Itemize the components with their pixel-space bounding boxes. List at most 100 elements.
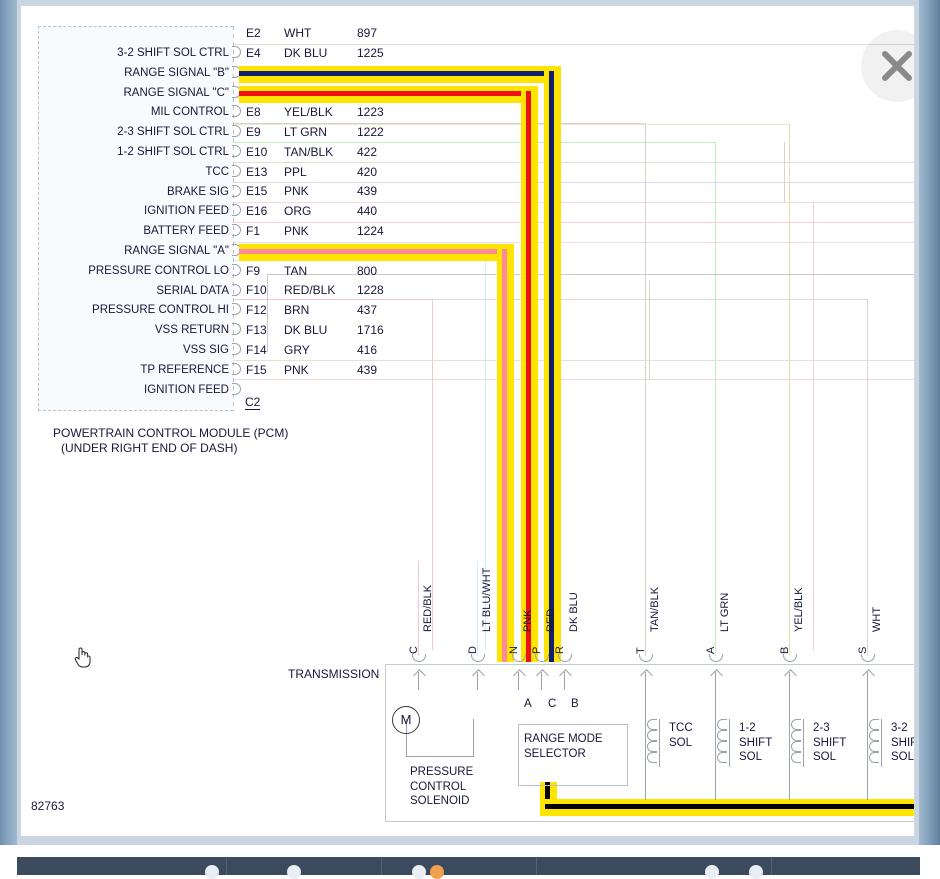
highlighted-wire-pnk-core-h xyxy=(239,249,497,254)
pin-table-cell-circuit: 897 xyxy=(357,26,378,40)
transmission-wire-arrow-icon xyxy=(537,668,546,690)
pin-table-cell-pin: E13 xyxy=(246,164,268,179)
close-icon[interactable] xyxy=(861,30,914,102)
pin-table-cell-pin: E15 xyxy=(246,184,268,199)
range-mode-selector-label: RANGE MODE SELECTOR xyxy=(524,733,603,760)
pcm-signal-label: 3-2 SHIFT SOL CTRL xyxy=(117,47,229,59)
highlighted-wire-dkblu-core-v xyxy=(549,71,554,662)
pcm-signal-label: BATTERY FEED xyxy=(143,225,229,238)
toolbar-segment-5[interactable] xyxy=(772,857,920,875)
transmission-connector-terminal-icon xyxy=(783,654,797,662)
toolbar-icon-5[interactable] xyxy=(705,865,719,879)
pin-table-row: F9 TAN 800 xyxy=(239,264,429,284)
viewer-right-frame xyxy=(919,0,940,845)
transmission-wire-color-label: RED/BLK xyxy=(422,584,434,632)
solenoid-coil-icon xyxy=(791,719,805,767)
transmission-wire-arrow-icon xyxy=(473,668,482,690)
solenoid-label-line: SOL xyxy=(739,751,763,763)
transmission-wire-arrow-icon xyxy=(785,668,794,690)
transmission-connector-terminal-icon xyxy=(471,654,485,662)
pcm-signal-label: TP REFERENCE xyxy=(140,363,229,376)
toolbar-icon-3[interactable] xyxy=(412,865,426,879)
solenoid-label-line: 3-2 xyxy=(891,722,908,734)
pin-table-cell-pin: F15 xyxy=(246,362,267,377)
pin-table-cell-circuit: 420 xyxy=(357,164,378,179)
pin-table-cell-pin: E9 xyxy=(246,124,261,139)
pin-table-cell-pin: E4 xyxy=(246,45,261,60)
toolbar-segment-3[interactable] xyxy=(382,857,537,879)
pin-table-cell-color: RED/BLK xyxy=(284,283,336,298)
solenoid-label: 2-3 SHIFT SOL xyxy=(813,721,846,765)
toolbar-icon-4[interactable] xyxy=(430,865,444,879)
highlighted-wire-pnk-core-v xyxy=(502,249,507,662)
bottom-toolbar[interactable] xyxy=(17,857,920,879)
pcm-caption-line2: (UNDER RIGHT END OF DASH) xyxy=(61,441,238,455)
range-mode-terminal-b: B xyxy=(571,698,579,710)
pin-table-cell-circuit: 440 xyxy=(357,204,378,219)
wiring-diagram-page: 3-2 SHIFT SOL CTRL RANGE SIGNAL "B" RANGE … xyxy=(20,5,915,837)
pin-table-cell-color: DK BLU xyxy=(284,45,328,60)
pcm-signal-label: TCC xyxy=(205,165,229,178)
pin-table-cell-pin: E10 xyxy=(246,144,268,159)
transmission-connector-terminal-icon xyxy=(709,654,723,662)
solenoid-coil-icon xyxy=(869,719,883,767)
pin-table-cell-circuit: 1222 xyxy=(357,124,384,139)
transmission-wire-color-label: TAN/BLK xyxy=(649,586,661,632)
pin-table-row: E4 DK BLU 1225 xyxy=(239,46,429,66)
transmission-wire-pin-label: R xyxy=(554,646,566,654)
transmission-wire-arrow-icon xyxy=(641,668,650,690)
solenoid-label: TCC SOL xyxy=(669,721,693,750)
toolbar-segment-1[interactable] xyxy=(17,857,227,879)
highlighted-wire-red-core-v xyxy=(526,91,531,662)
transmission-wire-pin-label: P xyxy=(531,646,543,654)
pressure-control-solenoid-label: PRESSURE CONTROL SOLENOID xyxy=(410,766,474,807)
close-icon-glyph xyxy=(882,51,912,81)
pin-table-row: F15 PNK 439 xyxy=(239,363,429,383)
pin-table-cell-color: GRY xyxy=(284,342,310,357)
pin-table-cell-circuit: 439 xyxy=(357,362,378,377)
transmission-connector-terminal-icon xyxy=(861,654,875,662)
pcm-signal-label: RANGE SIGNAL "B" xyxy=(124,66,229,79)
transmission-connector-terminal-icon xyxy=(412,654,426,662)
pcm-signal-label: SERIAL DATA xyxy=(156,284,229,297)
pcm-signal-label: RANGE SIGNAL "C" xyxy=(123,86,229,99)
toolbar-segment-2[interactable] xyxy=(227,857,382,879)
toolbar-icon-1[interactable] xyxy=(205,865,219,879)
solenoid-label: 3-2 SHIFT SOL xyxy=(891,721,914,765)
pin-table-row: E8 YEL/BLK 1223 xyxy=(239,105,429,125)
pin-table-cell-pin: F13 xyxy=(246,322,267,337)
transmission-wire-arrow-icon xyxy=(863,668,872,690)
toolbar-segment-4[interactable] xyxy=(537,857,772,879)
pin-table-cell-color: TAN/BLK xyxy=(284,144,334,159)
pcm-caption: POWERTRAIN CONTROL MODULE (PCM) (UNDER R… xyxy=(53,426,288,456)
transmission-wire-arrow-icon xyxy=(514,668,523,690)
pin-table-cell-circuit: 422 xyxy=(357,144,378,159)
toolbar-icon-6[interactable] xyxy=(749,865,763,879)
pcm-signal-label: RANGE SIGNAL "A" xyxy=(124,245,229,257)
transmission-wire-color-label: DK BLU xyxy=(568,592,580,632)
pin-table-cell-pin: E8 xyxy=(246,105,261,120)
solenoid-label-line: SHIFT xyxy=(891,736,914,749)
solenoid-feed-line xyxy=(867,690,868,800)
pin-table-row: E15 PNK 439 xyxy=(239,184,429,204)
toolbar-icon-2[interactable] xyxy=(287,865,301,879)
pin-table-cell-circuit: 1228 xyxy=(357,283,384,298)
transmission-wire-stub xyxy=(789,561,790,656)
pin-table-cell-pin: F1 xyxy=(246,223,261,238)
pin-table-cell-color: BRN xyxy=(284,303,310,318)
transmission-wire-color-label: LT GRN xyxy=(719,592,731,632)
solenoid-label: 1-2 SHIFT SOL xyxy=(739,721,772,765)
pin-table-row: E16 ORG 440 xyxy=(239,204,429,224)
pin-table-row: E13 PPL 420 xyxy=(239,165,429,185)
pin-table-cell-color: PNK xyxy=(284,223,309,238)
range-mode-terminal-a: A xyxy=(524,698,532,710)
pcm-signal-label: VSS RETURN xyxy=(154,324,229,337)
pin-table-row: F14 GRY 416 xyxy=(239,343,429,363)
solenoid-feed-line xyxy=(715,690,716,800)
pin-table-row: E2 WHT 897 xyxy=(239,26,429,46)
solenoid-coil-icon xyxy=(717,719,731,767)
pin-table-cell-color: ORG xyxy=(284,204,312,219)
transmission-wire-color-label: RED xyxy=(545,608,557,632)
pcm-signal-label: PRESSURE CONTROL LO xyxy=(88,264,229,277)
pin-table-cell-circuit: 416 xyxy=(357,342,378,357)
